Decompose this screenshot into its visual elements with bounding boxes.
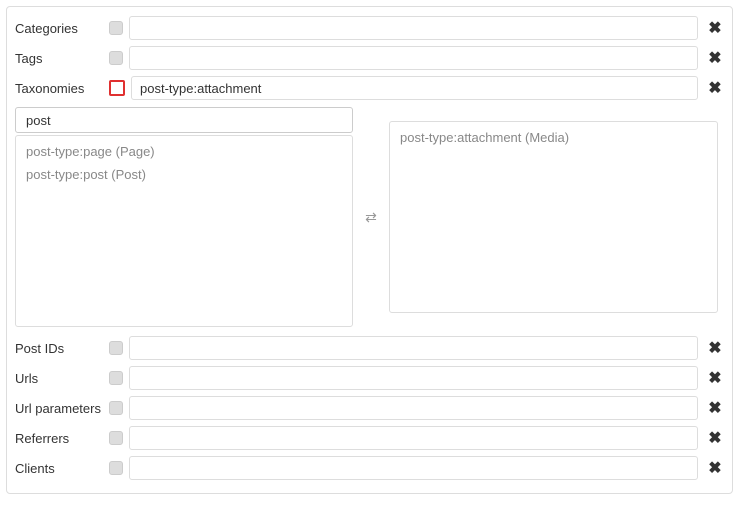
input-tags-wrap [129, 46, 698, 70]
swap-icon: ⇄ [365, 209, 377, 226]
input-urls-wrap [129, 366, 698, 390]
close-icon: ✖ [708, 400, 721, 417]
checkbox-urls[interactable] [109, 371, 123, 385]
close-icon: ✖ [708, 370, 721, 387]
input-post-ids-wrap [129, 336, 698, 360]
remove-clients[interactable]: ✖ [706, 458, 724, 478]
input-tags[interactable] [138, 50, 689, 67]
list-item[interactable]: post-type:page (Page) [16, 140, 352, 163]
input-referrers[interactable] [138, 430, 689, 447]
row-urls: Urls ✖ [15, 363, 724, 393]
row-taxonomies: Taxonomies post-type:attachment ✖ [15, 73, 724, 103]
close-icon: ✖ [708, 80, 721, 97]
input-categories[interactable] [138, 20, 689, 37]
checkbox-url-parameters[interactable] [109, 401, 123, 415]
input-referrers-wrap [129, 426, 698, 450]
label-post-ids: Post IDs [15, 341, 109, 356]
checkbox-categories[interactable] [109, 21, 123, 35]
label-categories: Categories [15, 21, 109, 36]
row-clients: Clients ✖ [15, 453, 724, 483]
label-clients: Clients [15, 461, 109, 476]
label-referrers: Referrers [15, 431, 109, 446]
list-item[interactable]: post-type:attachment (Media) [390, 126, 717, 149]
label-taxonomies: Taxonomies [15, 81, 109, 96]
label-url-parameters: Url parameters [15, 401, 109, 416]
taxonomy-picker: post-type:page (Page) post-type:post (Po… [15, 107, 724, 327]
checkbox-referrers[interactable] [109, 431, 123, 445]
input-categories-wrap [129, 16, 698, 40]
taxonomy-available-col: post-type:page (Page) post-type:post (Po… [15, 107, 353, 327]
remove-tags[interactable]: ✖ [706, 48, 724, 68]
input-clients-wrap [129, 456, 698, 480]
settings-panel: Categories ✖ Tags ✖ Taxonomies post-type… [6, 6, 733, 494]
close-icon: ✖ [708, 50, 721, 67]
checkbox-clients[interactable] [109, 461, 123, 475]
checkbox-taxonomies[interactable] [109, 80, 125, 96]
taxonomy-search-input[interactable] [24, 112, 344, 129]
input-urls[interactable] [138, 370, 689, 387]
close-icon: ✖ [708, 20, 721, 37]
checkbox-tags[interactable] [109, 51, 123, 65]
remove-url-parameters[interactable]: ✖ [706, 398, 724, 418]
close-icon: ✖ [708, 430, 721, 447]
row-categories: Categories ✖ [15, 13, 724, 43]
row-referrers: Referrers ✖ [15, 423, 724, 453]
remove-taxonomies[interactable]: ✖ [706, 78, 724, 98]
input-url-parameters-wrap [129, 396, 698, 420]
taxonomy-search-wrap [15, 107, 353, 133]
list-item[interactable]: post-type:post (Post) [16, 163, 352, 186]
input-taxonomies-value[interactable]: post-type:attachment [140, 81, 261, 96]
taxonomy-selected-col: post-type:attachment (Media) [389, 121, 718, 313]
remove-referrers[interactable]: ✖ [706, 428, 724, 448]
label-tags: Tags [15, 51, 109, 66]
close-icon: ✖ [708, 460, 721, 477]
checkbox-post-ids[interactable] [109, 341, 123, 355]
row-tags: Tags ✖ [15, 43, 724, 73]
row-url-parameters: Url parameters ✖ [15, 393, 724, 423]
row-post-ids: Post IDs ✖ [15, 333, 724, 363]
input-taxonomies-wrap: post-type:attachment [131, 76, 698, 100]
remove-post-ids[interactable]: ✖ [706, 338, 724, 358]
remove-categories[interactable]: ✖ [706, 18, 724, 38]
input-url-parameters[interactable] [138, 400, 689, 417]
label-urls: Urls [15, 371, 109, 386]
swap-arrows[interactable]: ⇄ [353, 209, 389, 226]
input-clients[interactable] [138, 460, 689, 477]
close-icon: ✖ [708, 340, 721, 357]
taxonomy-available-list[interactable]: post-type:page (Page) post-type:post (Po… [15, 135, 353, 327]
remove-urls[interactable]: ✖ [706, 368, 724, 388]
taxonomy-selected-list[interactable]: post-type:attachment (Media) [389, 121, 718, 313]
input-post-ids[interactable] [138, 340, 689, 357]
